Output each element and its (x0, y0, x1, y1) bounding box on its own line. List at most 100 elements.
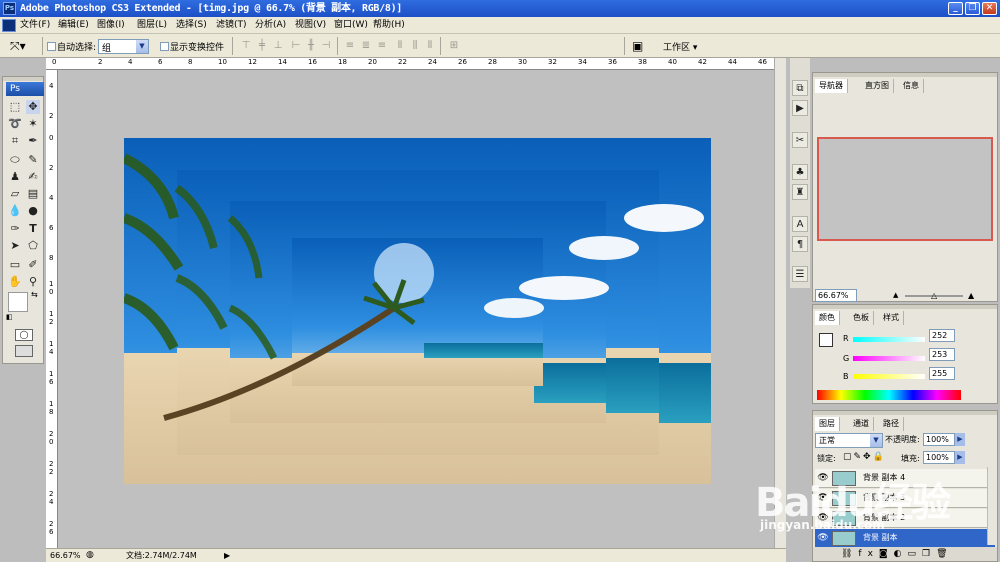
distribute-hcenter-icon[interactable]: ⫼ (409, 40, 421, 52)
history-brush-icon[interactable]: ✍ (26, 170, 40, 184)
eyedropper-tool-icon[interactable]: ✒ (26, 134, 40, 148)
canvas-image[interactable] (124, 138, 711, 484)
menu-analysis[interactable]: 分析(A) (255, 19, 286, 32)
align-vcenter-icon[interactable]: ╪ (256, 40, 268, 52)
bridge-icon[interactable]: ▣ (632, 39, 650, 53)
blend-mode-dropdown[interactable]: 正常 ▼ (815, 433, 883, 448)
layer-actions-bar[interactable]: ⛓fx◙◐▭❐🗑 (813, 547, 997, 561)
quick-mask-icon[interactable]: ◯ (15, 329, 33, 341)
distribute-left-icon[interactable]: ⫴ (394, 40, 406, 52)
menu-file[interactable]: 文件(F) (20, 19, 50, 32)
default-colors-icon[interactable]: ◧ (6, 313, 13, 321)
layers-scrollbar[interactable] (987, 467, 997, 545)
actions-icon[interactable]: ▶ (792, 100, 808, 116)
dodge-tool-icon[interactable]: ● (26, 204, 40, 218)
character-icon[interactable]: A (792, 216, 808, 232)
align-top-icon[interactable]: ⊤ (240, 40, 252, 52)
clone-stamp-icon[interactable]: ♟ (8, 170, 22, 184)
move-tool-icon[interactable]: ⤧▾ (10, 39, 26, 54)
menu-select[interactable]: 选择(S) (176, 19, 207, 32)
zoom-tool-icon[interactable]: ⚲ (26, 275, 40, 289)
status-icon[interactable]: ◍ (86, 549, 94, 562)
lock-icons[interactable]: ▢✎✥🔒 (843, 452, 886, 462)
color-spectrum-bar[interactable] (817, 390, 961, 400)
auto-select-dropdown[interactable]: 组 ▼ (98, 39, 149, 54)
b-value-input[interactable]: 255 (929, 367, 955, 380)
auto-align-icon[interactable]: ⊞ (448, 40, 460, 52)
shape-tool-icon[interactable]: ⬠ (26, 239, 40, 253)
auto-select-checkbox[interactable] (47, 42, 56, 51)
marquee-tool-icon[interactable]: ⬚ (8, 100, 22, 114)
screen-mode-icon[interactable] (15, 345, 33, 357)
g-value-input[interactable]: 253 (929, 348, 955, 361)
show-transform-checkbox[interactable] (160, 42, 169, 51)
opacity-input[interactable]: 100% (923, 433, 955, 446)
distribute-vcenter-icon[interactable]: ≣ (360, 40, 372, 52)
blur-tool-icon[interactable]: 💧 (8, 204, 22, 218)
hand-tool-icon[interactable]: ✋ (8, 275, 22, 289)
fill-arrow-icon[interactable]: ▶ (955, 451, 965, 464)
tab-styles[interactable]: 样式 (879, 311, 904, 325)
visibility-eye-icon[interactable]: 👁 (817, 532, 829, 544)
align-left-icon[interactable]: ⊢ (290, 40, 302, 52)
brushes-icon[interactable]: ♣ (792, 164, 808, 180)
g-slider[interactable] (853, 356, 925, 361)
menu-view[interactable]: 视图(V) (295, 19, 326, 32)
eraser-tool-icon[interactable]: ▱ (8, 187, 22, 201)
tab-color[interactable]: 颜色 (815, 311, 840, 325)
toolbox-grip[interactable] (3, 77, 43, 81)
menu-filter[interactable]: 滤镜(T) (216, 19, 247, 32)
tab-histogram[interactable]: 直方图 (861, 79, 894, 93)
menu-help[interactable]: 帮助(H) (373, 19, 405, 32)
lasso-tool-icon[interactable]: ➰ (8, 117, 22, 131)
tool-presets-icon[interactable]: ✂ (792, 132, 808, 148)
history-icon[interactable]: ⧉ (792, 80, 808, 96)
path-select-icon[interactable]: ➤ (8, 239, 22, 253)
menu-layer[interactable]: 图层(L) (137, 19, 167, 32)
align-hcenter-icon[interactable]: ╫ (305, 40, 317, 52)
minimize-button[interactable]: _ (948, 2, 963, 15)
paragraph-icon[interactable]: ¶ (792, 236, 808, 252)
status-menu-arrow-icon[interactable]: ▶ (224, 549, 230, 562)
distribute-top-icon[interactable]: ≡ (344, 40, 356, 52)
move-tool-icon[interactable]: ✥ (26, 100, 40, 114)
menu-edit[interactable]: 编辑(E) (58, 19, 89, 32)
gradient-tool-icon[interactable]: ▤ (26, 187, 40, 201)
maximize-button[interactable]: ❐ (965, 2, 980, 15)
menu-window[interactable]: 窗口(W) (334, 19, 368, 32)
magic-wand-icon[interactable]: ✶ (26, 117, 40, 131)
zoom-in-icon[interactable]: ▲ (968, 291, 974, 300)
crop-tool-icon[interactable]: ⌗ (8, 134, 22, 148)
foreground-color-swatch[interactable] (8, 292, 28, 312)
navigator-preview[interactable] (817, 137, 993, 241)
foreground-color-swatch[interactable] (819, 333, 833, 347)
panel-grip[interactable] (813, 73, 997, 77)
pen-tool-icon[interactable]: ✑ (8, 222, 22, 236)
tab-layers[interactable]: 图层 (815, 417, 840, 431)
fill-input[interactable]: 100% (923, 451, 955, 464)
close-button[interactable]: ✕ (982, 2, 997, 15)
workspace-menu[interactable]: 工作区 ▾ (663, 40, 697, 53)
tab-info[interactable]: 信息 (899, 79, 924, 93)
r-slider[interactable] (853, 337, 925, 342)
zoom-level[interactable]: 66.67% (50, 549, 81, 562)
b-slider[interactable] (853, 374, 925, 379)
distribute-bottom-icon[interactable]: ≡ (376, 40, 388, 52)
type-tool-icon[interactable]: T (26, 222, 40, 236)
tab-channels[interactable]: 通道 (849, 417, 874, 431)
healing-tool-icon[interactable]: ⬭ (8, 153, 22, 167)
r-value-input[interactable]: 252 (929, 329, 955, 342)
zoom-slider-handle[interactable]: △ (931, 291, 937, 300)
clone-source-icon[interactable]: ♜ (792, 184, 808, 200)
panel-grip[interactable] (813, 411, 997, 415)
swap-colors-icon[interactable]: ⇆ (31, 290, 38, 299)
layer-comps-icon[interactable]: ☰ (792, 266, 808, 282)
align-bottom-icon[interactable]: ⊥ (272, 40, 284, 52)
opacity-arrow-icon[interactable]: ▶ (955, 433, 965, 446)
zoom-out-icon[interactable]: ▲ (893, 291, 898, 299)
align-right-icon[interactable]: ⊣ (320, 40, 332, 52)
eyedropper2-icon[interactable]: ✐ (26, 258, 40, 272)
tab-paths[interactable]: 路径 (879, 417, 904, 431)
distribute-right-icon[interactable]: ⫴ (424, 40, 436, 52)
tab-navigator[interactable]: 导航器 (815, 79, 848, 93)
